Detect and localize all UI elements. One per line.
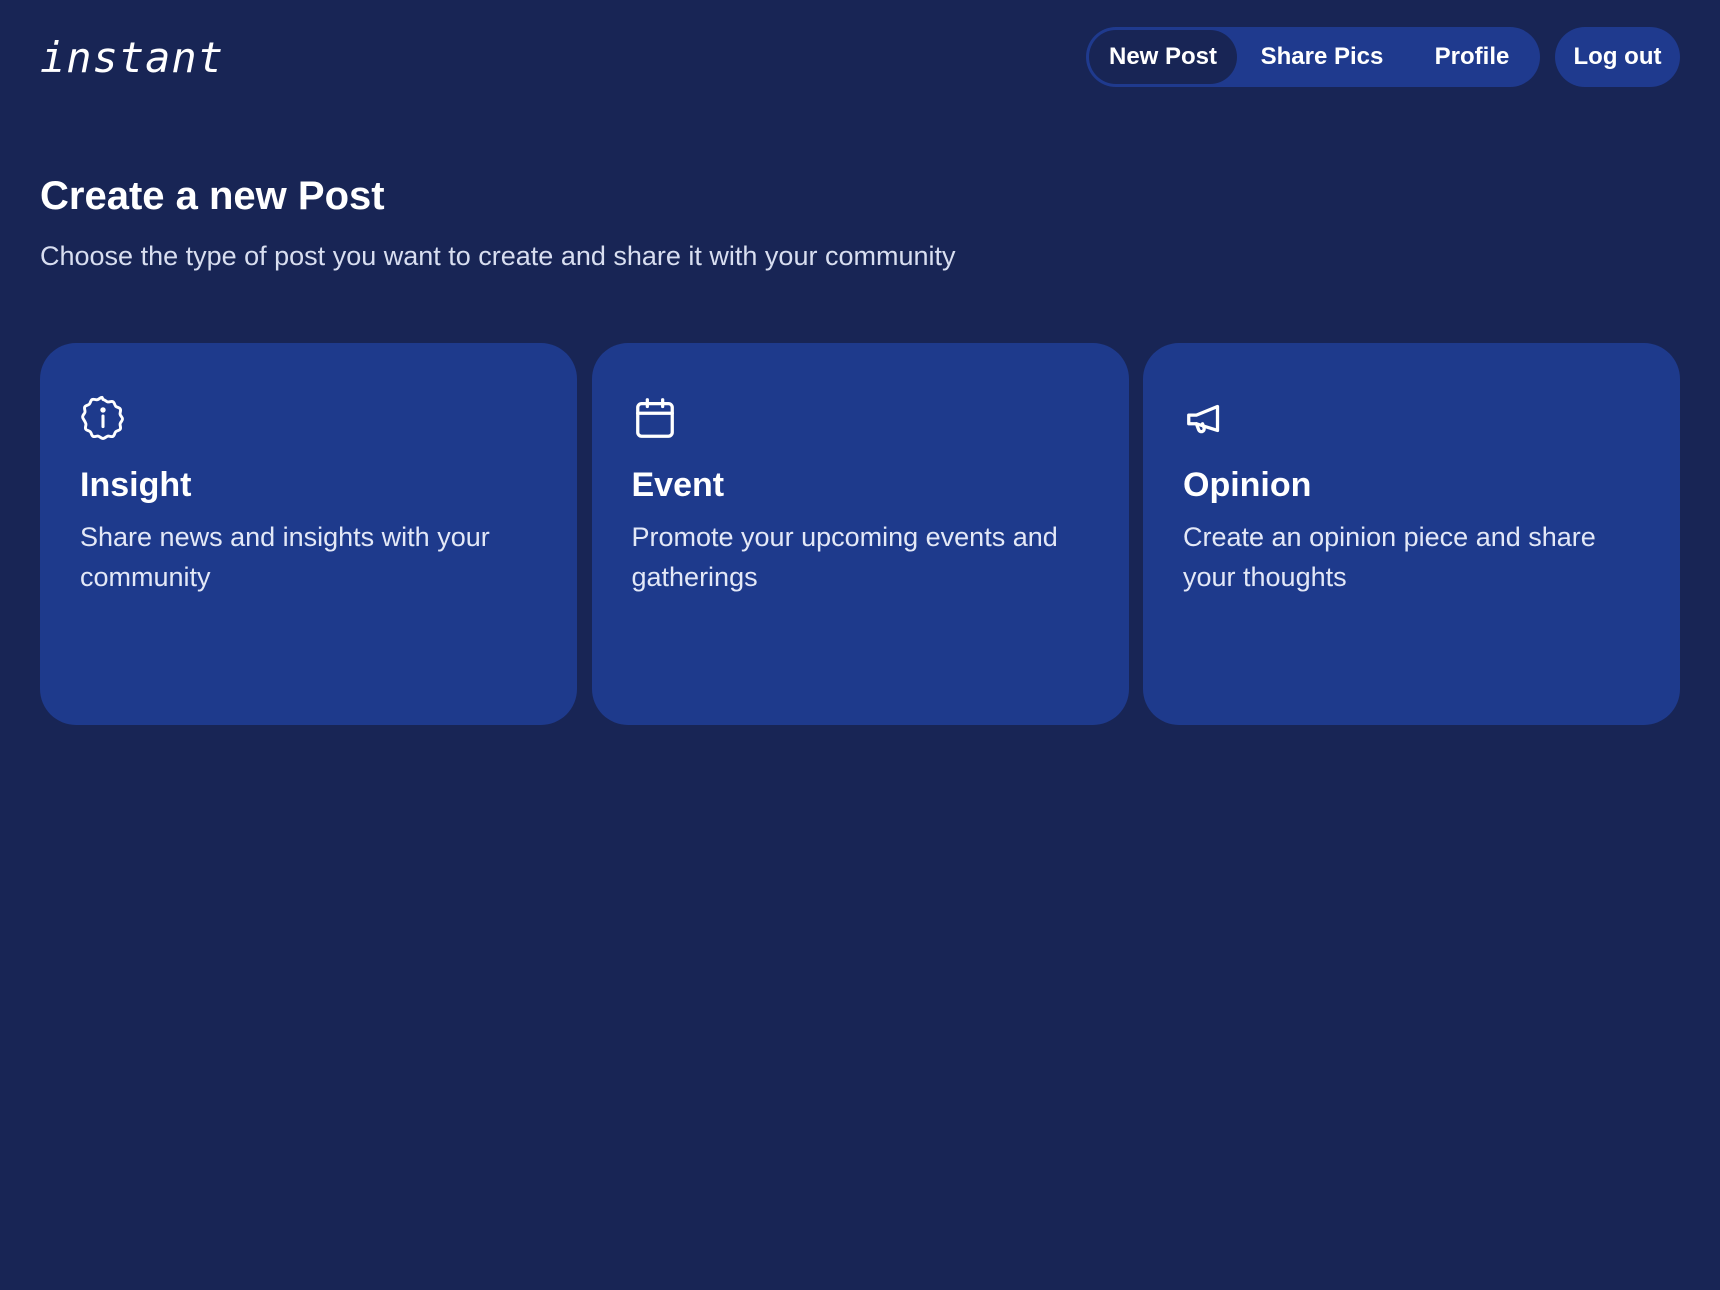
card-insight[interactable]: Insight Share news and insights with you… [40,343,577,725]
card-title: Event [631,466,725,504]
post-type-cards: Insight Share news and insights with you… [40,343,1680,725]
card-title: Insight [80,466,192,504]
page: instant New Post Share Pics Profile Log … [0,0,1720,1290]
card-description: Share news and insights with your commun… [80,522,490,592]
nav-share-pics[interactable]: Share Pics [1237,30,1407,84]
card-opinion[interactable]: Opinion Create an opinion piece and shar… [1143,343,1680,725]
page-subtitle: Choose the type of post you want to crea… [40,241,956,271]
page-title: Create a new Post [40,174,385,218]
megaphone-icon [1183,395,1229,441]
card-description: Promote your upcoming events and gatheri… [631,522,1058,592]
nav-profile[interactable]: Profile [1407,30,1537,84]
app-logo[interactable]: instant [40,30,224,86]
card-title: Opinion [1183,466,1312,504]
card-event[interactable]: Event Promote your upcoming events and g… [591,343,1129,725]
logout-button[interactable]: Log out [1555,27,1680,87]
nav-new-post[interactable]: New Post [1089,30,1237,84]
card-description: Create an opinion piece and share your t… [1183,522,1596,592]
calendar-icon [632,395,678,441]
info-badge-icon [80,395,126,441]
main-nav: New Post Share Pics Profile [1086,27,1540,87]
